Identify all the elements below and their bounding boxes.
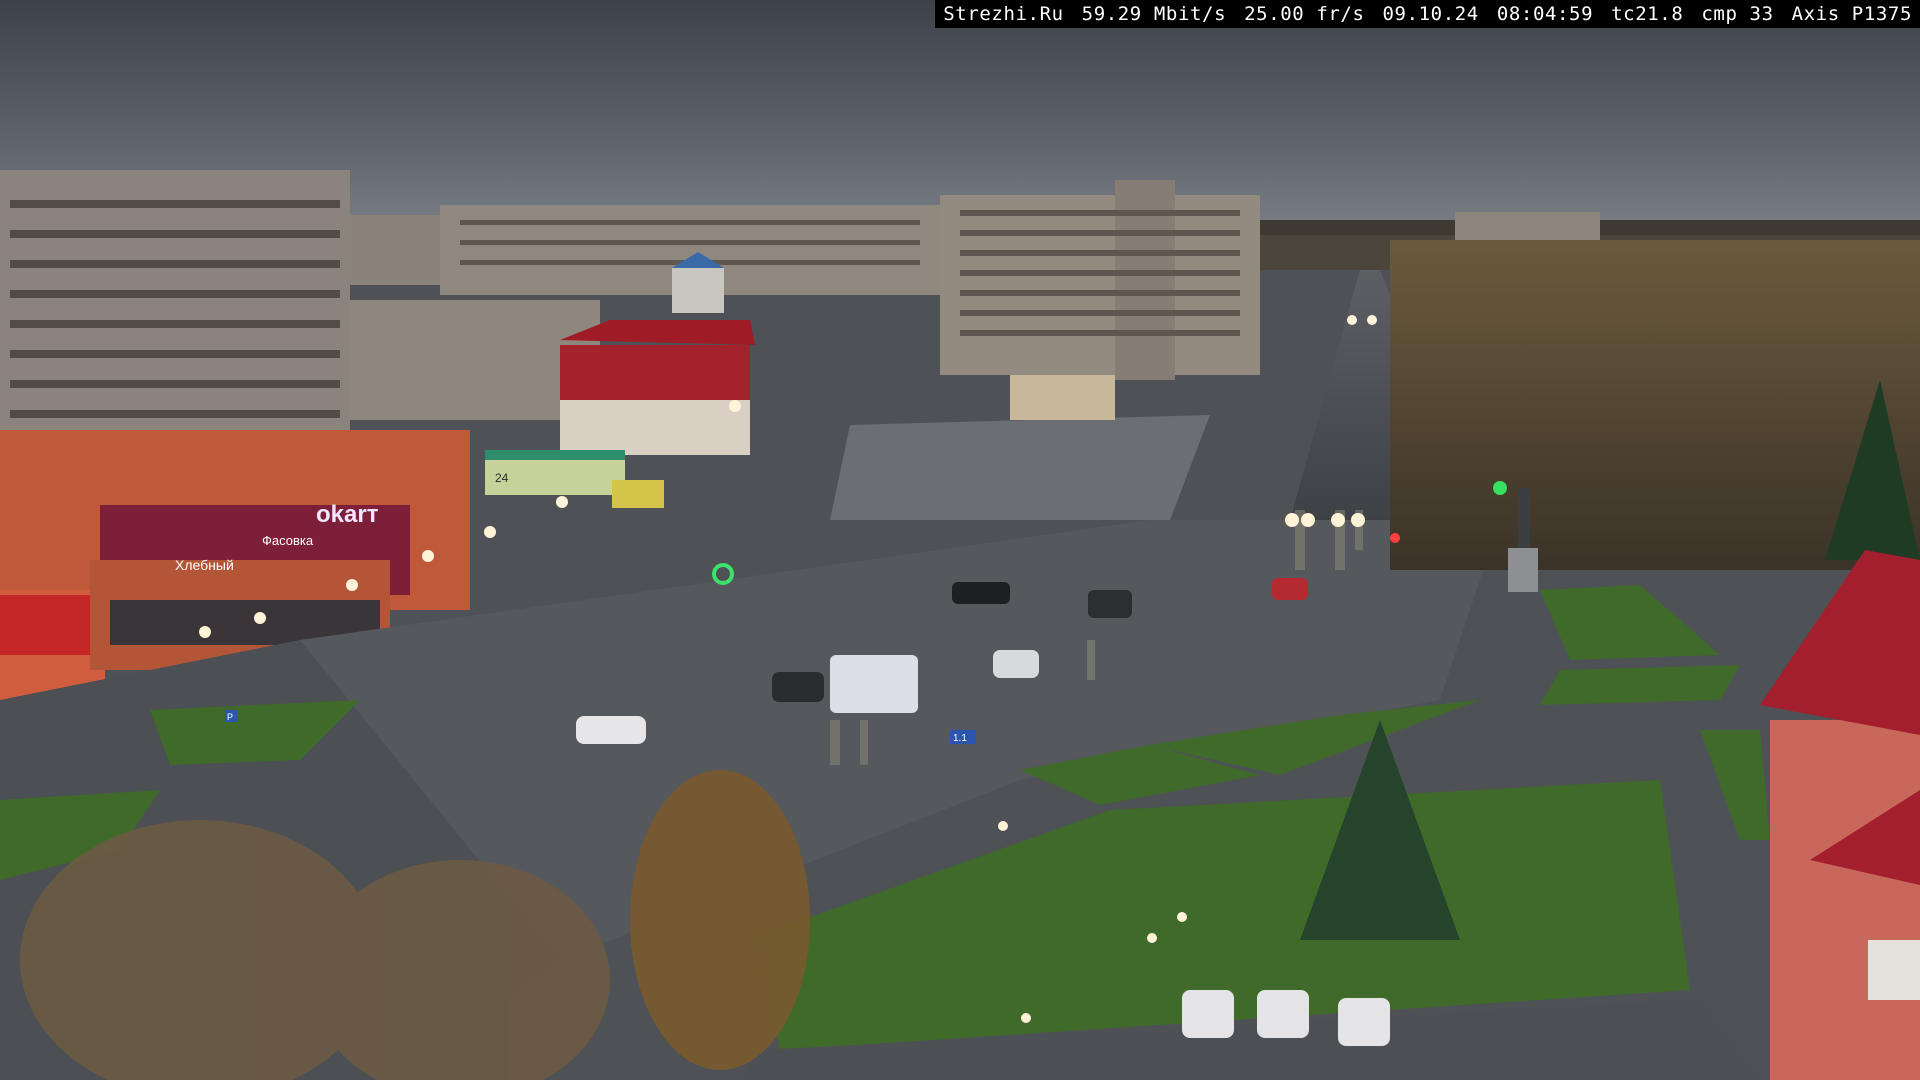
car-white-left — [576, 716, 646, 744]
kiosk-banner — [612, 480, 664, 508]
pharmacy-cross — [1493, 481, 1507, 495]
car-black-plaza — [952, 582, 1010, 604]
plaza-pavilion — [1010, 375, 1115, 420]
parked-car-2 — [1257, 990, 1309, 1038]
monument-pedestal — [1508, 548, 1538, 592]
overlay-cmp: cmp 33 — [1701, 3, 1774, 25]
red-roof-building — [560, 320, 755, 455]
kiosk-roof — [485, 450, 625, 460]
webcam-frame: okarт Фасовка Хлебный 24 P 1.1 — [0, 0, 1920, 1080]
store-sign-left: Хлебный — [175, 557, 234, 573]
overlay-tc: tc21.8 — [1611, 3, 1684, 25]
camera-info-overlay: Strezhi.Ru 59.29 Mbit/s 25.00 fr/s 09.10.24… — [935, 0, 1920, 28]
central-plaza — [830, 415, 1210, 520]
overlay-time: 08:04:59 — [1496, 3, 1594, 25]
monument-statue — [1518, 488, 1530, 548]
traffic-signal-red — [1390, 533, 1400, 543]
overlay-bitrate: 59.29 Mbit/s — [1081, 3, 1227, 25]
overlay-site: Strezhi.Ru — [943, 3, 1064, 25]
overlay-camera-model: Axis P1375 — [1791, 3, 1912, 25]
overlay-date: 09.10.24 — [1382, 3, 1479, 25]
kiosk-banner-label: 24 — [495, 471, 509, 485]
bus — [830, 655, 918, 713]
car-suv — [1088, 590, 1132, 618]
road-sign-parking-label: P — [227, 712, 233, 722]
road-sign-crossing-label: 1.1 — [953, 733, 967, 744]
store-sign-secondary: Фасовка — [262, 533, 314, 548]
parked-car-1 — [1182, 990, 1234, 1038]
car-white-center — [993, 650, 1039, 678]
parked-car-3 — [1338, 998, 1390, 1046]
blue-roof-tower — [672, 268, 724, 313]
overlay-framerate: 25.00 fr/s — [1244, 3, 1365, 25]
car-dark-center — [772, 672, 824, 702]
store-sign-main: okarт — [316, 501, 379, 528]
car-red — [1272, 578, 1308, 600]
